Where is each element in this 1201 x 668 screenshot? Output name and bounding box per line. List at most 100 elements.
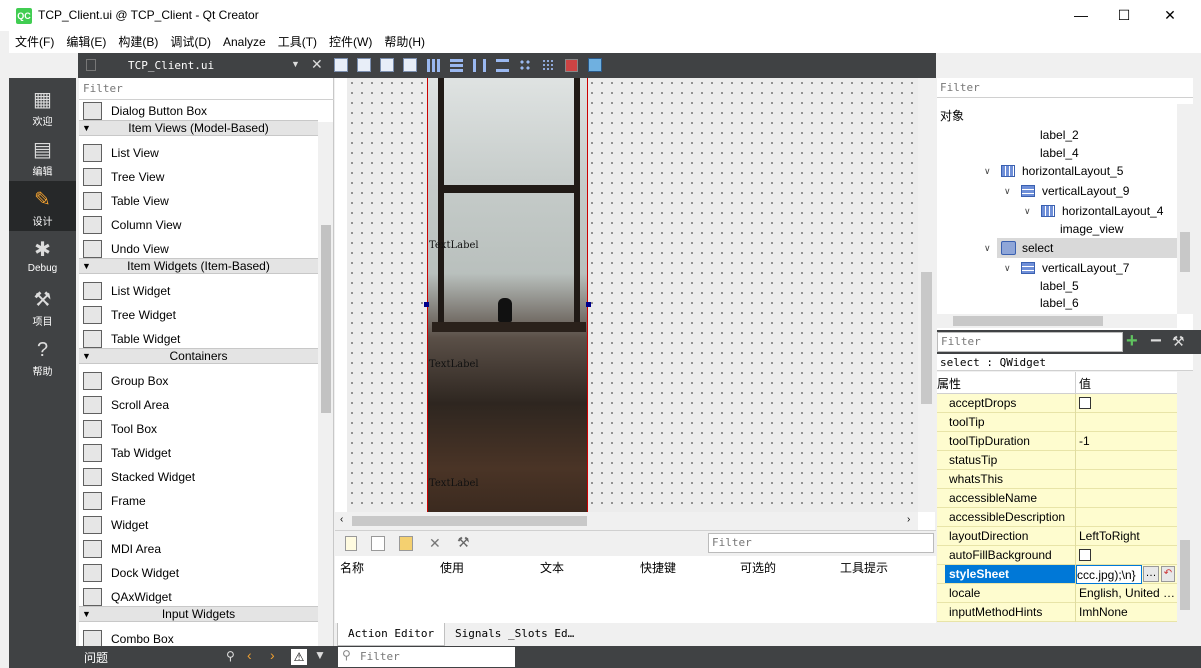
delete-action-icon[interactable]: ✕ [429, 535, 441, 552]
column-header[interactable]: 工具提示 [840, 559, 888, 576]
paste-action-icon[interactable] [399, 536, 413, 551]
column-header[interactable]: 可选的 [740, 559, 776, 576]
object-filter-input[interactable]: Filter [937, 78, 1193, 98]
object-inspector-hscroll-thumb[interactable] [953, 316, 1103, 326]
property-row[interactable]: toolTip [937, 413, 1177, 432]
issues-label[interactable]: 问题 [84, 649, 108, 666]
property-checkbox[interactable] [1079, 549, 1091, 561]
widget-item[interactable]: MDI Area [79, 537, 318, 561]
maximize-button[interactable]: ☐ [1101, 0, 1147, 31]
widget-item[interactable]: Stacked Widget [79, 465, 318, 489]
widget-item[interactable]: Widget [79, 513, 318, 537]
widget-item[interactable]: Table View [79, 189, 318, 213]
chevron-down-icon[interactable]: ∨ [1024, 206, 1031, 217]
remove-property-icon[interactable]: − [1150, 330, 1162, 353]
widget-item[interactable]: Tool Box [79, 417, 318, 441]
property-value[interactable]: LeftToRight [1079, 527, 1140, 545]
widget-item[interactable]: List View [79, 141, 318, 165]
widget-box-scroll-thumb[interactable] [321, 225, 331, 413]
menu-tools[interactable]: 工具(T) [272, 31, 323, 53]
property-row[interactable]: layoutDirection LeftToRight [937, 527, 1177, 546]
action-filter-input[interactable]: Filter [708, 533, 934, 553]
widget-item[interactable]: Tab Widget [79, 441, 318, 465]
layout-grid-icon[interactable] [542, 59, 555, 72]
widget-item[interactable]: Dock Widget [79, 561, 318, 585]
tab-signals-slots-editor[interactable]: Signals _Slots Ed… [445, 623, 584, 646]
open-file-combo[interactable]: TCP_Client.ui [122, 56, 304, 75]
scroll-left-icon[interactable]: ‹ [340, 514, 343, 525]
widget-item[interactable]: List Widget [79, 279, 318, 303]
widget-item[interactable]: Tree View [79, 165, 318, 189]
property-row[interactable]: styleSheet ccc.jpg);\n}… ↶ [937, 565, 1177, 584]
menu-build[interactable]: 构建(B) [112, 31, 164, 53]
menu-file[interactable]: 文件(F) [9, 31, 60, 53]
add-property-icon[interactable]: + [1126, 330, 1138, 353]
property-filter-input[interactable]: Filter [937, 332, 1123, 352]
scroll-right-icon[interactable]: › [907, 514, 910, 525]
layout-horizontal-splitter-icon[interactable] [473, 59, 486, 72]
property-row[interactable]: statusTip [937, 451, 1177, 470]
canvas-vertical-scroll-thumb[interactable] [921, 272, 932, 404]
mode-welcome[interactable]: ▦ 欢迎 [9, 81, 76, 131]
reset-property-icon[interactable]: ↶ [1161, 566, 1175, 582]
copy-action-icon[interactable] [371, 536, 385, 551]
column-header-property[interactable]: 属性 [937, 375, 961, 392]
edit-tab-order-icon[interactable] [403, 58, 417, 72]
edit-widgets-icon[interactable] [334, 58, 348, 72]
column-header[interactable]: 名称 [340, 559, 364, 576]
layout-form-icon[interactable] [519, 59, 532, 72]
edit-stylesheet-button[interactable]: … [1143, 566, 1159, 582]
chevron-down-icon[interactable]: ∨ [1004, 186, 1011, 197]
break-layout-icon[interactable] [565, 59, 578, 72]
image-view-widget[interactable]: TextLabel TextLabel TextLabel [427, 78, 588, 512]
tab-action-editor[interactable]: Action Editor [337, 623, 446, 646]
widget-category-header[interactable]: ▼ Input Widgets [79, 606, 318, 622]
mode-edit[interactable]: ▤ 编辑 [9, 131, 76, 181]
column-header[interactable]: 使用 [440, 559, 464, 576]
text-label[interactable]: TextLabel [429, 359, 479, 370]
property-row[interactable]: acceptDrops [937, 394, 1177, 413]
new-action-icon[interactable] [345, 536, 357, 551]
tree-item-select[interactable]: select [1022, 239, 1053, 258]
selection-handle[interactable] [586, 302, 591, 307]
chevron-down-icon[interactable]: ∨ [984, 243, 991, 254]
property-value[interactable]: English, United … [1079, 584, 1175, 602]
tree-item-image-view[interactable]: image_view [1060, 220, 1123, 239]
adjust-size-icon[interactable] [588, 58, 602, 72]
edit-signals-slots-icon[interactable] [357, 58, 371, 72]
property-scroll-thumb[interactable] [1180, 540, 1190, 610]
widget-box-filter-input[interactable]: Filter [79, 78, 334, 100]
widget-category-header[interactable]: ▼ Item Views (Model-Based) [79, 120, 318, 136]
property-row[interactable]: accessibleName [937, 489, 1177, 508]
configure-icon[interactable]: ⚒ [457, 534, 470, 551]
menu-debug[interactable]: 调试(D) [164, 31, 217, 53]
tree-item-verticallayout-9[interactable]: verticalLayout_9 [1042, 182, 1129, 201]
tree-item-label-6[interactable]: label_6 [1040, 294, 1079, 313]
widget-item[interactable]: Tree Widget [79, 303, 318, 327]
chevron-down-icon[interactable]: ∨ [984, 166, 991, 177]
tree-item-horizontallayout-5[interactable]: horizontalLayout_5 [1022, 162, 1123, 181]
column-header-value[interactable]: 值 [1079, 375, 1091, 392]
menu-widgets[interactable]: 控件(W) [323, 31, 378, 53]
property-row[interactable]: locale English, United … [937, 584, 1177, 603]
property-checkbox[interactable] [1079, 397, 1091, 409]
property-row[interactable]: toolTipDuration -1 [937, 432, 1177, 451]
property-row[interactable]: inputMethodHints ImhNone [937, 603, 1177, 622]
clear-icon[interactable]: ⚲ [226, 649, 235, 663]
mode-debug[interactable]: ✱ Debug [9, 231, 76, 281]
menu-help[interactable]: 帮助(H) [378, 31, 431, 53]
property-row[interactable]: autoFillBackground [937, 546, 1177, 565]
property-row[interactable]: accessibleDescription [937, 508, 1177, 527]
text-label[interactable]: TextLabel [429, 478, 479, 489]
canvas-horizontal-scroll-thumb[interactable] [352, 516, 587, 526]
property-value[interactable]: ImhNone [1079, 603, 1128, 621]
widget-item[interactable]: Column View [79, 213, 318, 237]
next-icon[interactable]: › [270, 647, 275, 663]
close-document-icon[interactable]: ✕ [311, 56, 323, 73]
tree-item-label-4[interactable]: label_4 [1040, 144, 1079, 163]
menu-analyze[interactable]: Analyze [217, 31, 272, 53]
previous-icon[interactable]: ‹ [247, 647, 252, 663]
object-inspector-vertical-scrollbar[interactable] [1177, 104, 1193, 314]
property-row[interactable]: whatsThis [937, 470, 1177, 489]
property-value[interactable]: -1 [1079, 432, 1090, 450]
